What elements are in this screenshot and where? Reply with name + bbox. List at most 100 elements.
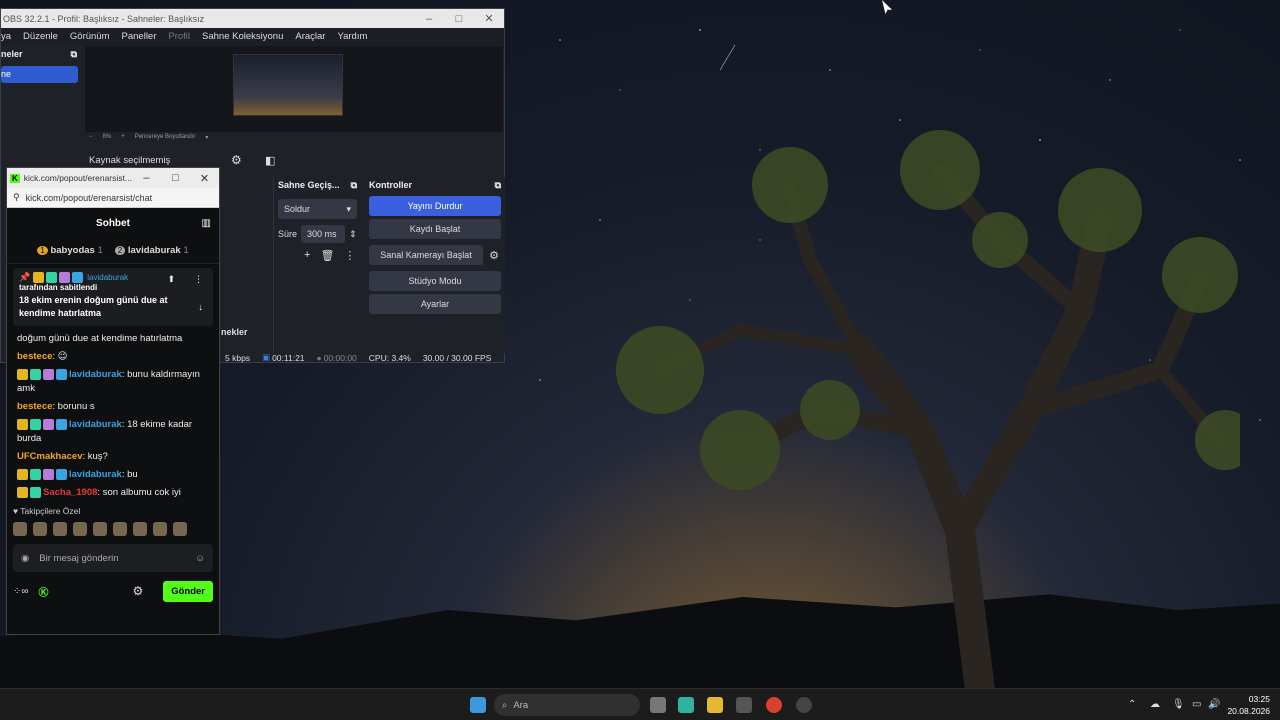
start-recording-button[interactable]: Kaydı Başlat	[369, 219, 501, 239]
obs-taskbar-icon[interactable]	[796, 697, 812, 713]
obs-titlebar: OBS 32.2.1 - Profil: Başlıksız - Sahnele…	[1, 9, 504, 28]
clock[interactable]: 03:25 20.08.2026	[1227, 693, 1270, 717]
menu-view[interactable]: Görünüm	[70, 31, 110, 42]
pin-action-icon[interactable]: ⬆	[167, 274, 175, 285]
file-explorer-icon[interactable]	[707, 697, 723, 713]
microphone-icon[interactable]: 🎙	[1172, 699, 1185, 710]
chrome-icon[interactable]	[766, 697, 782, 713]
minimize-icon[interactable]: –	[414, 13, 444, 25]
zoom-out-icon[interactable]: −	[89, 134, 93, 140]
maximize-icon[interactable]: □	[161, 172, 190, 184]
send-button[interactable]: Gönder	[163, 580, 213, 602]
followers-text: Takipçilere Özel	[20, 506, 81, 516]
duration-label: Süre	[278, 229, 298, 239]
message-user[interactable]: Sacha_1908	[43, 487, 97, 498]
add-icon[interactable]: +	[304, 249, 310, 262]
emote-icon[interactable]	[153, 522, 167, 536]
menu-profile[interactable]: Profil	[168, 31, 190, 42]
emote-icon[interactable]	[13, 522, 27, 536]
leaderboard-icon[interactable]: ▥	[202, 218, 211, 229]
gear-icon[interactable]: ⚙	[483, 249, 505, 262]
emote-icon[interactable]	[93, 522, 107, 536]
emoji-icon[interactable]: ☺	[195, 553, 205, 564]
minimize-icon[interactable]: –	[132, 172, 161, 184]
chat-messages: doğum günü due at kendime hatırlatma bes…	[7, 330, 219, 502]
message-user[interactable]: lavidaburak	[69, 369, 122, 380]
message-user[interactable]: lavidaburak	[69, 419, 122, 430]
scenes-header: neler	[1, 49, 23, 59]
menu-help[interactable]: Yardım	[337, 31, 367, 42]
chat-input[interactable]: ◉ Bir mesaj gönderin ☺	[13, 544, 213, 572]
message-user[interactable]: bestece	[17, 401, 52, 412]
maximize-icon[interactable]: □	[444, 13, 474, 25]
url-text: kick.com/popout/erenarsist/chat	[25, 192, 153, 203]
windows-start-icon[interactable]	[470, 697, 486, 713]
store-icon[interactable]	[736, 697, 752, 713]
message-user[interactable]: UFCmakhacev	[17, 451, 82, 462]
message-text: : kuş?	[82, 451, 108, 462]
expand-down-icon[interactable]: ↓	[199, 302, 204, 312]
volume-icon[interactable]: 🔊	[1208, 699, 1220, 710]
message-text: : bu	[121, 469, 138, 480]
kick-badge-icon[interactable]: Ⓚ	[39, 584, 49, 599]
network-icon[interactable]: ▭	[1192, 699, 1201, 710]
stop-stream-button[interactable]: Yayını Durdur	[369, 196, 501, 216]
heart-icon: ♥	[13, 506, 19, 516]
leader-item[interactable]: 1 babyodas 1	[37, 245, 103, 256]
emote-icon[interactable]	[33, 522, 47, 536]
chat-message: lavidaburak: bunu kaldırmayın amk	[7, 366, 219, 398]
scenes-bottom-label[interactable]: nekler	[221, 327, 248, 337]
close-icon[interactable]: ✕	[190, 172, 219, 185]
menu-edit[interactable]: Düzenle	[23, 31, 58, 42]
zoom-mode[interactable]: Pencereye Boyutlandır	[135, 134, 196, 140]
copilot-icon[interactable]	[678, 697, 694, 713]
chat-message: UFCmakhacev: kuş?	[7, 448, 219, 466]
obs-menubar: ya Düzenle Görünüm Paneller Profil Sahne…	[1, 28, 504, 45]
studio-mode-button[interactable]: Stüdyo Modu	[369, 271, 501, 291]
scene-item-selected[interactable]: ne	[1, 66, 78, 83]
stepper-icon[interactable]: ⇕	[349, 229, 357, 240]
leader-item[interactable]: 2 lavidaburak 1	[114, 245, 189, 256]
emote-icon[interactable]	[113, 522, 127, 536]
scenes-dock: neler ⧉ ne	[1, 46, 81, 130]
close-icon[interactable]: ✕	[474, 12, 504, 25]
virtual-camera-button[interactable]: Sanal Kamerayı Başlat	[369, 245, 483, 265]
menu-tools[interactable]: Araçlar	[295, 31, 325, 42]
trash-icon[interactable]: 🗑	[320, 249, 334, 262]
menu-scene-collection[interactable]: Sahne Koleksiyonu	[202, 31, 283, 42]
gear-icon[interactable]: ⚙	[132, 584, 143, 598]
menu-docks[interactable]: Paneller	[122, 31, 157, 42]
pinned-user[interactable]: lavidaburak	[87, 273, 128, 282]
message-user[interactable]: bestece	[17, 351, 52, 362]
zoom-in-icon[interactable]: +	[121, 134, 125, 140]
undock-icon[interactable]: ⧉	[351, 180, 357, 191]
taskbar-search[interactable]: ⌕ Ara	[494, 694, 640, 716]
emote-icon[interactable]	[53, 522, 67, 536]
settings-button[interactable]: Ayarlar	[369, 294, 501, 314]
message-user[interactable]: lavidaburak	[69, 469, 122, 480]
transition-select[interactable]: Soldur ▾	[278, 199, 357, 219]
more-icon[interactable]: ⋮	[344, 249, 355, 262]
menu-file[interactable]: ya	[1, 31, 11, 42]
verified-badge-icon	[56, 468, 67, 480]
preview-area[interactable]	[85, 46, 503, 132]
stats-icon[interactable]: ⁘∞	[13, 586, 29, 597]
emote-icon[interactable]	[73, 522, 87, 536]
cloud-icon[interactable]: ☁	[1150, 699, 1160, 710]
task-view-icon[interactable]	[650, 697, 666, 713]
site-settings-icon[interactable]: ⚲	[13, 192, 20, 203]
filter-icon[interactable]: ◧	[265, 154, 275, 167]
more-icon[interactable]: ⋮	[194, 274, 203, 285]
emote-icon[interactable]	[133, 522, 147, 536]
chevron-down-icon[interactable]: ▾	[205, 134, 208, 141]
duration-input[interactable]: 300 ms	[301, 225, 346, 243]
kick-chat-window: K kick.com/popout/erenarsist... – □ ✕ ⚲ …	[6, 167, 220, 635]
undock-icon[interactable]: ⧉	[71, 49, 77, 60]
crown-badge-icon	[17, 368, 28, 380]
gear-icon[interactable]: ⚙	[231, 153, 265, 167]
undock-icon[interactable]: ⧉	[495, 180, 501, 191]
emote-icon[interactable]	[173, 522, 187, 536]
chat-message: doğum günü due at kendime hatırlatma	[7, 330, 219, 348]
address-bar[interactable]: ⚲ kick.com/popout/erenarsist/chat	[7, 188, 219, 208]
chevron-up-icon[interactable]: ⌃	[1128, 699, 1136, 710]
